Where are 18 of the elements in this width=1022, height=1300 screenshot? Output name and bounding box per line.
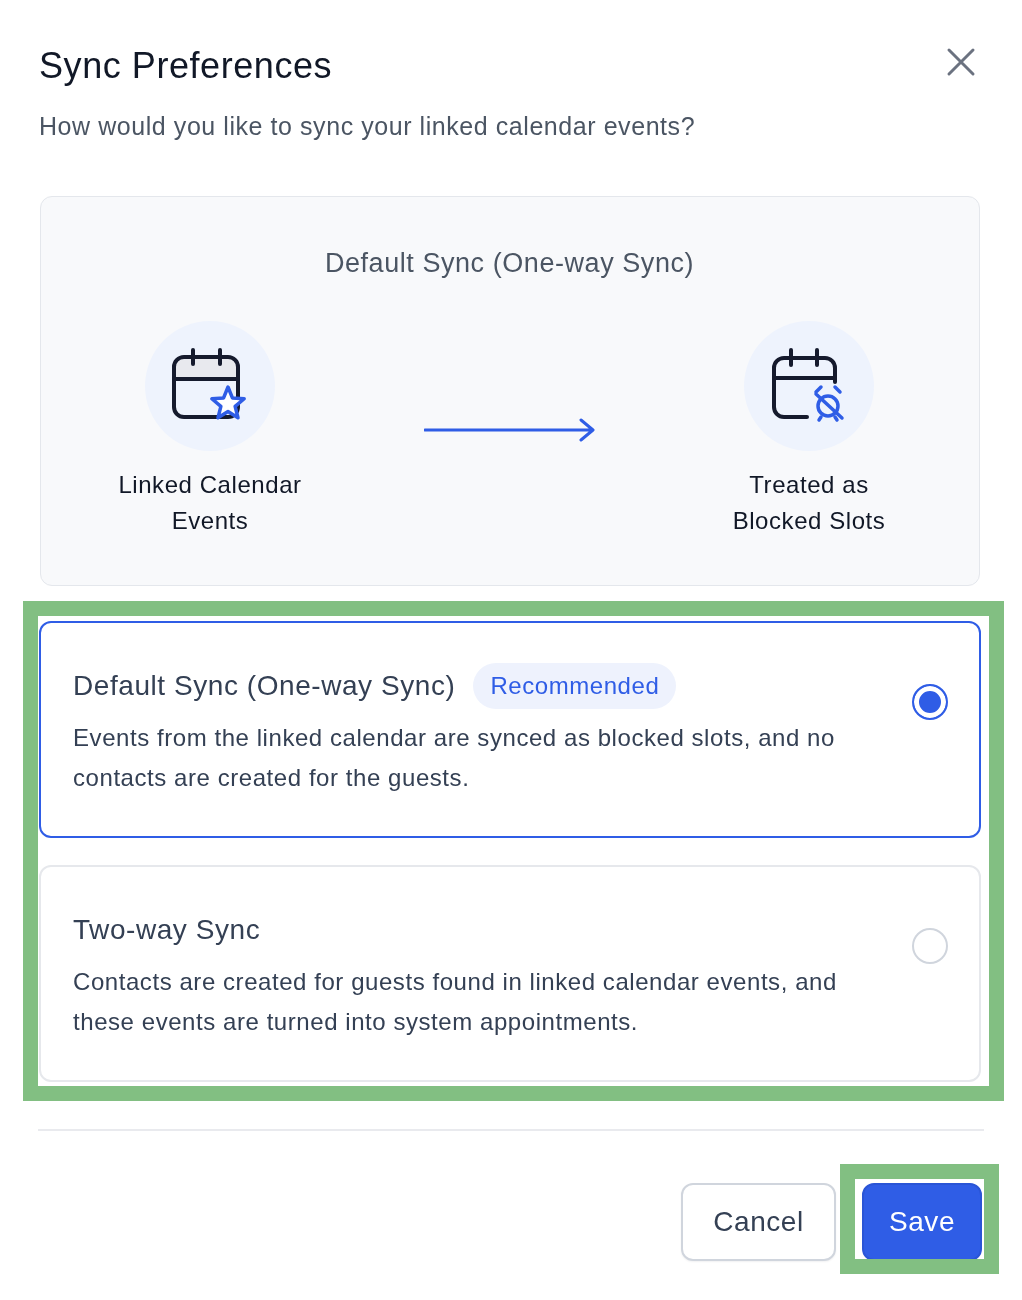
calendar-crossed-clock-icon: [744, 321, 874, 451]
status-badge: Recommended: [473, 663, 677, 709]
sync-option-card[interactable]: Default Sync (One-way Sync) Recommended Events from the linked calendar are synced as blocked slots, and no contacts are created for the guests.: [39, 621, 981, 838]
cancel-button[interactable]: Cancel: [681, 1183, 836, 1261]
sync-option-card[interactable]: Two-way Sync Contacts are created for guests found in linked calendar events, and these events are turned into system appointments.: [39, 865, 981, 1082]
option-description: Events from the linked calendar are synced as blocked slots, and no contacts are created for the guests.: [73, 723, 836, 793]
dialog-title: Sync Preferences: [39, 44, 333, 88]
dialog-subtitle: How would you like to sync your linked calendar events?: [39, 111, 697, 142]
node-label: Treated as Blocked Slots: [731, 470, 887, 536]
diagram-title: Default Sync (One-way Sync): [323, 247, 696, 280]
option-title: Default Sync (One-way Sync): [73, 669, 456, 703]
save-button[interactable]: Save: [862, 1183, 982, 1261]
close-button[interactable]: [946, 47, 976, 77]
option-title: Two-way Sync: [73, 913, 261, 947]
close-icon: [946, 47, 976, 77]
node-label: Linked Calendar Events: [117, 470, 303, 536]
radio-button[interactable]: [912, 684, 948, 720]
option-description: Contacts are created for guests found in linked calendar events, and these events are turned into system appointments.: [73, 967, 838, 1037]
